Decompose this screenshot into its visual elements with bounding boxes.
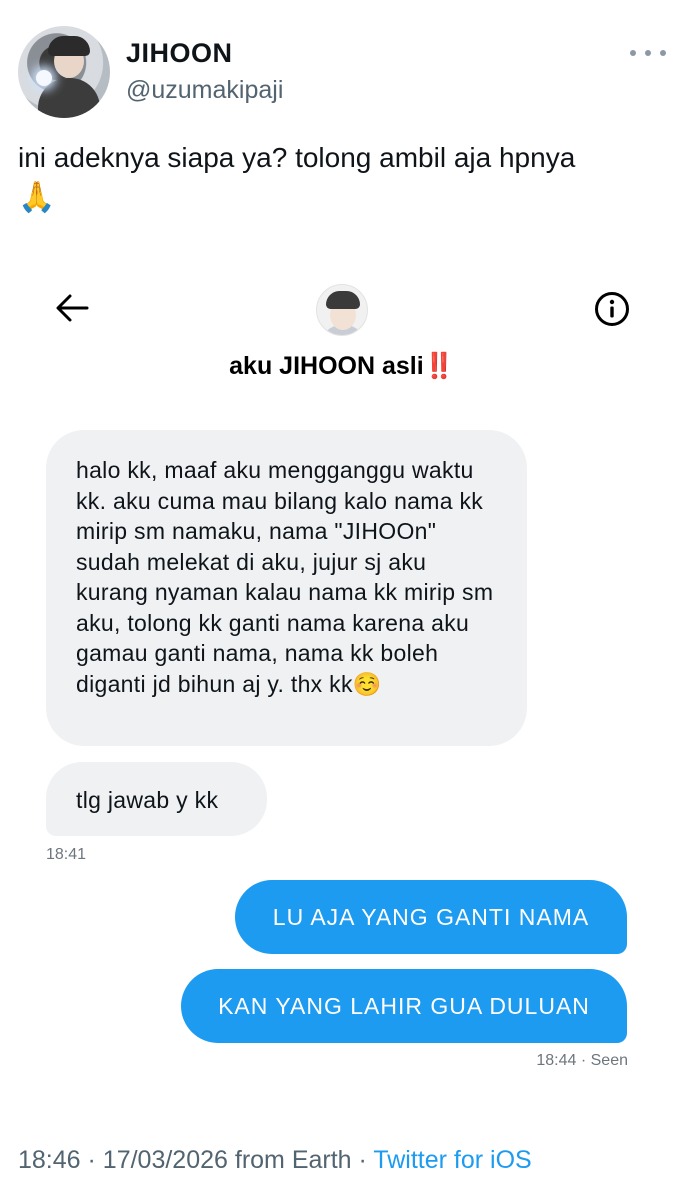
tweet-text: ini adeknya siapa ya? tolong ambil aja h… xyxy=(18,138,668,218)
back-arrow-icon xyxy=(56,294,89,322)
meta-separator: · xyxy=(358,1146,367,1174)
user-handle[interactable]: @uzumakipaji xyxy=(126,76,283,105)
tweet-source-link[interactable]: Twitter for iOS xyxy=(373,1146,531,1174)
dm-conversation-title: aku JIHOON asli‼️ xyxy=(0,352,684,381)
meta-separator: · xyxy=(87,1146,96,1174)
tweet-time[interactable]: 18:46 xyxy=(18,1146,81,1174)
tweet-metadata: 18:46 · 17/03/2026 from Earth · Twitter … xyxy=(18,1146,532,1175)
tweet-text-body: ini adeknya siapa ya? tolong ambil aja h… xyxy=(18,142,576,173)
message-bubble-outgoing: LU AJA YANG GANTI NAMA xyxy=(235,880,627,954)
message-timestamp-seen: 18:44 · Seen xyxy=(536,1052,628,1069)
info-icon xyxy=(595,292,629,326)
message-bubble-incoming: tlg jawab y kk xyxy=(46,762,267,836)
praying-hands-emoji: 🙏 xyxy=(18,180,56,215)
smiling-face-emoji: ☺️ xyxy=(352,671,382,698)
message-text: tlg jawab y kk xyxy=(76,787,219,813)
dm-title-text: aku JIHOON asli xyxy=(229,352,424,380)
message-bubble-outgoing: KAN YANG LAHIR GUA DULUAN xyxy=(181,969,627,1043)
tweet-location: from Earth xyxy=(234,1146,352,1174)
more-icon[interactable] xyxy=(630,46,666,60)
message-text: halo kk, maaf aku mengganggu waktu kk. a… xyxy=(76,457,494,697)
double-exclamation-emoji: ‼️ xyxy=(423,352,455,380)
display-name[interactable]: JIHOON xyxy=(126,38,233,69)
message-text: KAN YANG LAHIR GUA DULUAN xyxy=(218,993,590,1019)
message-timestamp: 18:41 xyxy=(46,846,87,863)
message-text: LU AJA YANG GANTI NAMA xyxy=(272,904,590,930)
tweet-page: JIHOON @uzumakipaji ini adeknya siapa ya… xyxy=(0,0,684,1200)
message-bubble-incoming: halo kk, maaf aku mengganggu waktu kk. a… xyxy=(46,430,527,746)
profile-avatar[interactable] xyxy=(18,26,110,118)
tweet-date[interactable]: 17/03/2026 xyxy=(103,1146,228,1174)
dm-contact-avatar xyxy=(316,284,368,336)
